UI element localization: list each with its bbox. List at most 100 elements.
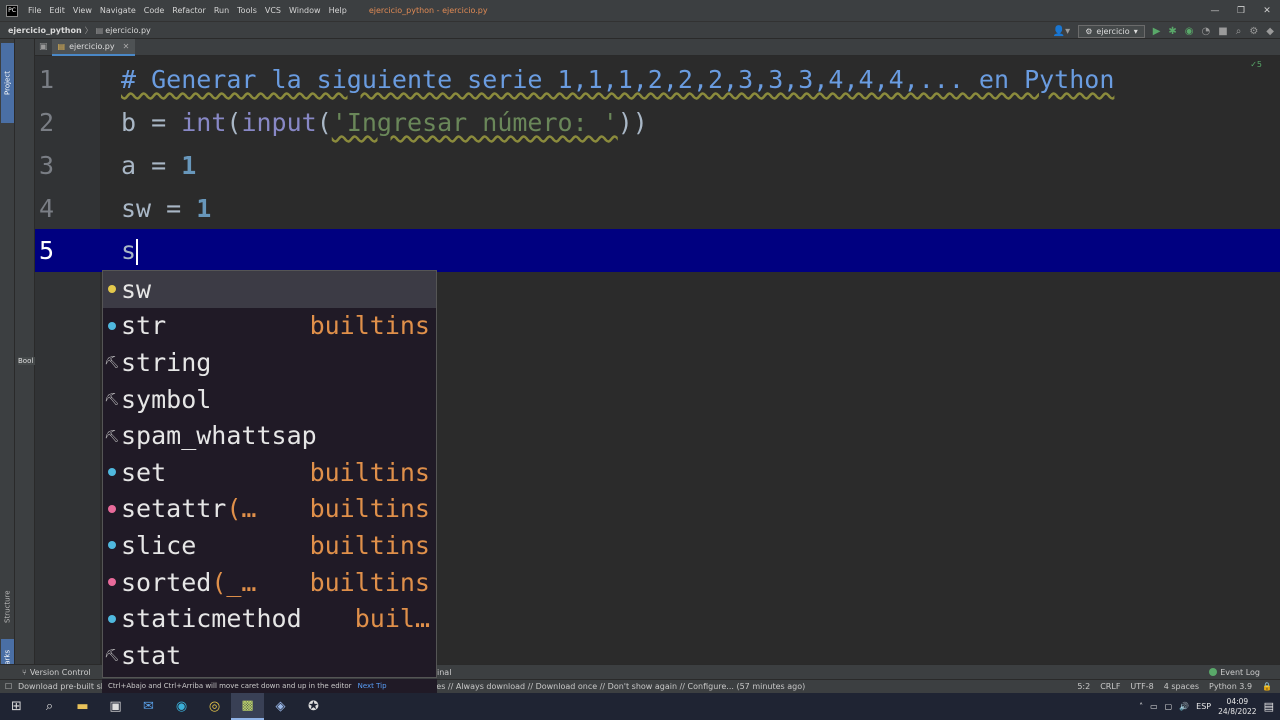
python-file-icon: ▤ [57, 41, 66, 51]
pycharm-icon[interactable]: ▩ [231, 693, 264, 720]
title-bar: PC File Edit View Navigate Code Refactor… [0, 0, 1280, 21]
chrome-icon[interactable]: ◎ [198, 693, 231, 720]
module-icon: ⛏ [104, 355, 120, 370]
menu-navigate[interactable]: Navigate [96, 6, 140, 15]
code-line[interactable]: 2 b = int(input('Ingresar número: ')) [35, 101, 1280, 144]
profile-icon[interactable]: ◔ [1202, 26, 1211, 37]
completion-item[interactable]: staticmethod buil… [103, 600, 436, 637]
store-icon[interactable]: ▣ [99, 693, 132, 720]
clock[interactable]: 04:09 24/8/2022 [1218, 697, 1256, 717]
menu-tools[interactable]: Tools [233, 6, 261, 15]
edge-icon[interactable]: ◉ [165, 693, 198, 720]
app-icon-2[interactable]: ✪ [297, 693, 330, 720]
search-icon[interactable]: ⌕ [1236, 26, 1242, 37]
lock-icon[interactable]: 🔒 [1262, 682, 1272, 691]
menu-vcs[interactable]: VCS [261, 6, 285, 15]
left-tool-strip: Project Structure Bookmarks [0, 39, 15, 699]
breadcrumb-file[interactable]: ejercicio.py [105, 26, 151, 35]
run-configuration-select[interactable]: ⚙ ejercicio ▾ [1078, 24, 1145, 38]
completion-item[interactable]: str builtins [103, 308, 436, 345]
menu-window[interactable]: Window [285, 6, 325, 15]
code-line[interactable]: 4 sw = 1 [35, 187, 1280, 230]
completion-item[interactable]: set builtins [103, 454, 436, 491]
volume-icon[interactable]: 🔊 [1179, 702, 1189, 711]
menu-refactor[interactable]: Refactor [168, 6, 210, 15]
event-log-icon [1209, 668, 1218, 676]
project-panel [15, 39, 35, 664]
completion-item[interactable]: sorted (_… builtins [103, 564, 436, 601]
display-icon[interactable]: ▢ [1165, 702, 1173, 711]
status-message-continued[interactable]: exes // Always download // Download once… [427, 682, 805, 691]
ide-logo-icon[interactable]: ◆ [1266, 26, 1274, 37]
menu-file[interactable]: File [24, 6, 45, 15]
code-text: a = 1 [121, 151, 197, 180]
completion-item[interactable]: slice builtins [103, 527, 436, 564]
tool-tab-project[interactable]: Project [1, 43, 14, 123]
coverage-icon[interactable]: ◉ [1185, 26, 1194, 37]
completion-type: builtins [309, 311, 430, 341]
app-icon[interactable]: ◈ [264, 693, 297, 720]
windows-start-icon[interactable]: ⊞ [0, 693, 33, 720]
menu-edit[interactable]: Edit [45, 6, 69, 15]
window-controls: — ❐ ✕ [1202, 0, 1280, 21]
completion-item[interactable]: ⛏ stat [103, 637, 436, 674]
debug-icon[interactable]: ✱ [1168, 26, 1176, 37]
file-encoding[interactable]: UTF-8 [1130, 682, 1153, 691]
tab-label: ejercicio.py [69, 41, 115, 51]
notifications-icon[interactable]: ▤ [1264, 700, 1274, 713]
tool-tab-version-control[interactable]: ⑂ Version Control [22, 668, 91, 677]
settings-icon[interactable]: ⚙ [1249, 26, 1258, 37]
line-separator[interactable]: CRLF [1100, 682, 1120, 691]
bookmarks-panel-header[interactable]: Bool [18, 357, 35, 365]
mail-icon[interactable]: ✉ [132, 693, 165, 720]
completion-item[interactable]: setattr (… builtins [103, 491, 436, 528]
text-caret [136, 239, 139, 265]
line-number: 5 [39, 236, 55, 265]
menu-run[interactable]: Run [210, 6, 233, 15]
completion-item[interactable]: ⛏ string [103, 344, 436, 381]
code-line-current[interactable]: 5 s [35, 229, 1280, 272]
chevron-up-icon[interactable]: ˄ [1139, 702, 1143, 711]
status-widgets: 5:2 CRLF UTF-8 4 spaces Python 3.9 🔒 [1077, 682, 1272, 691]
line-number: 3 [39, 151, 55, 180]
tool-tab-structure[interactable]: Structure [1, 584, 14, 629]
completion-item[interactable]: sw [103, 271, 436, 308]
tab-ejercicio-py[interactable]: ▤ ejercicio.py ✕ [51, 38, 136, 56]
caret-position[interactable]: 5:2 [1077, 682, 1090, 691]
close-icon[interactable]: ✕ [1254, 0, 1280, 21]
file-explorer-icon[interactable]: ▬ [66, 693, 99, 720]
user-icon[interactable]: 👤▾ [1053, 26, 1070, 37]
language-indicator[interactable]: ESP [1196, 702, 1211, 711]
class-icon [103, 468, 121, 477]
minimize-icon[interactable]: — [1202, 0, 1228, 21]
code-line[interactable]: 3 a = 1 [35, 144, 1280, 187]
completion-tip: Ctrl+Abajo and Ctrl+Arriba will move car… [102, 679, 437, 693]
clock-time: 04:09 [1226, 696, 1249, 706]
completion-item[interactable]: ⛏ symbol [103, 381, 436, 418]
class-icon [103, 541, 121, 550]
close-icon[interactable]: ✕ [123, 42, 130, 51]
search-icon[interactable]: ⌕ [33, 693, 66, 720]
gear-icon[interactable]: ▣ [35, 42, 52, 52]
stop-icon[interactable]: ■ [1218, 26, 1227, 37]
indent-setting[interactable]: 4 spaces [1164, 682, 1199, 691]
menu-code[interactable]: Code [140, 6, 168, 15]
run-icon[interactable]: ▶ [1153, 26, 1161, 37]
code-line[interactable]: 1 # Generar la siguiente serie 1,1,1,2,2… [35, 58, 1280, 101]
tool-tab-event-log[interactable]: Event Log [1209, 668, 1260, 677]
next-tip-link[interactable]: Next Tip [358, 682, 387, 690]
network-icon[interactable]: ▭ [1150, 702, 1158, 711]
python-interpreter[interactable]: Python 3.9 [1209, 682, 1252, 691]
status-message[interactable]: Download pre-built sha [18, 682, 111, 691]
breadcrumb-project[interactable]: ejercicio_python [8, 26, 82, 35]
completion-type: buil… [354, 604, 430, 634]
restore-icon[interactable]: ❐ [1228, 0, 1254, 21]
windows-taskbar: ⊞ ⌕ ▬ ▣ ✉ ◉ ◎ ▩ ◈ ✪ ˄ ▭ ▢ 🔊 ESP 04:09 24… [0, 693, 1280, 720]
tool-tab-terminal[interactable]: inal [437, 668, 451, 677]
menu-help[interactable]: Help [325, 6, 351, 15]
completion-item[interactable]: ⛏ spam_whattsap [103, 417, 436, 454]
completion-popup[interactable]: sw str builtins ⛏ string ⛏ symbol ⛏ spam… [102, 270, 437, 678]
line-number: 2 [39, 108, 55, 137]
menu-view[interactable]: View [69, 6, 96, 15]
python-icon: ⚙ [1085, 26, 1093, 36]
